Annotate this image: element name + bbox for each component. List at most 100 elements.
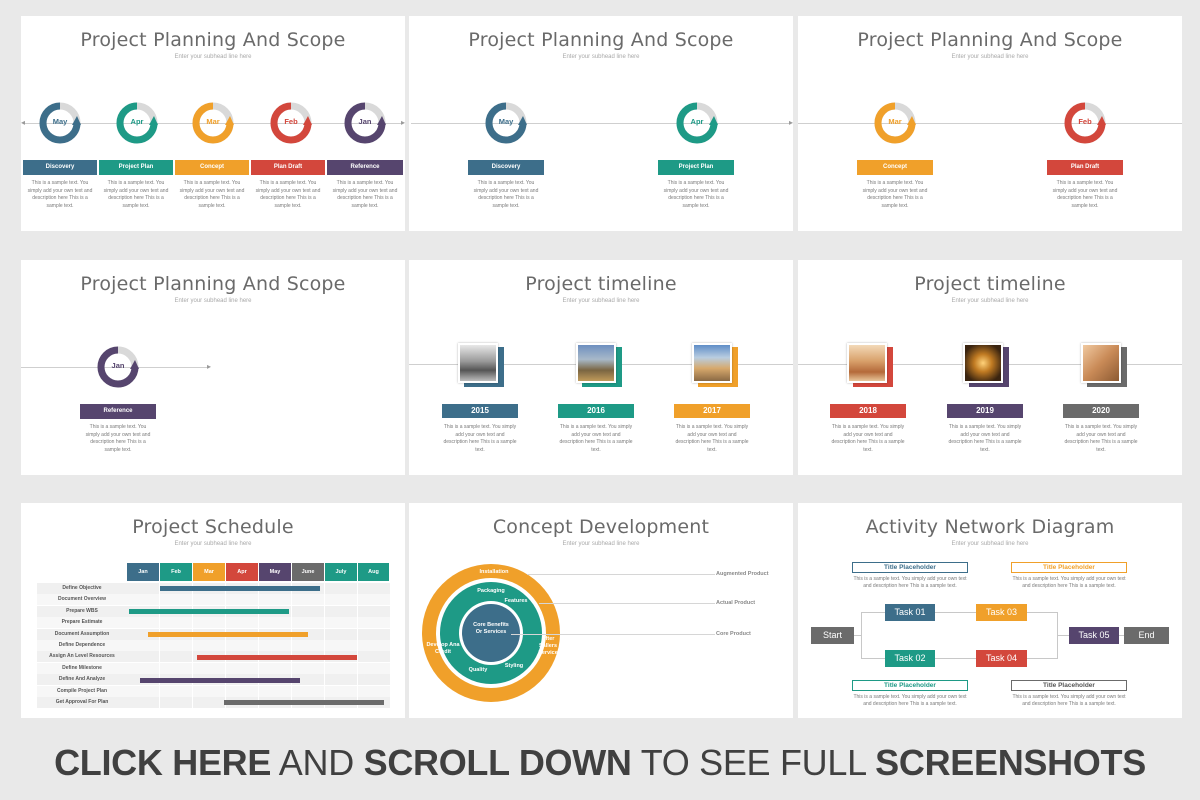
gantt-cell [325, 594, 357, 606]
slide-subhead: Enter your subhead line here [562, 541, 640, 547]
gantt-task-label: Document Overview [37, 594, 127, 606]
gantt-cell [127, 685, 159, 697]
connector-line [539, 603, 715, 604]
gantt-cell [160, 651, 192, 663]
slide-planning-one[interactable]: Project Planning And Scope Enter your su… [21, 260, 405, 475]
outer-layer-label: Installation [479, 569, 509, 575]
slide-planning-five[interactable]: Project Planning And Scope Enter your su… [21, 16, 405, 231]
gantt-cell [358, 662, 390, 674]
cycle-month: May [498, 117, 514, 126]
slide-subhead: Enter your subhead line here [951, 298, 1029, 304]
slide-subhead: Enter your subhead line here [562, 298, 640, 304]
gantt-bar [140, 678, 300, 683]
photo-thumbnail [576, 343, 622, 387]
arrow-left-icon: ◂ [21, 118, 26, 127]
middle-layer-label: Quality [468, 667, 488, 673]
cycle-icon: Feb [269, 101, 313, 145]
gantt-cell [325, 628, 357, 640]
slide-timeline-b[interactable]: Project timeline Enter your subhead line… [798, 260, 1182, 475]
slide-project-schedule[interactable]: Project Schedule Enter your subhead line… [21, 503, 405, 718]
gantt-cell [292, 662, 324, 674]
gantt-cell [325, 640, 357, 651]
slide-subhead: Enter your subhead line here [562, 54, 640, 60]
node-task-04: Task 04 [976, 650, 1027, 667]
gantt-cell [160, 640, 192, 651]
slide-title: Project Schedule [132, 516, 294, 538]
gantt-cell [259, 662, 291, 674]
phase-desc: This is a sample text. You simply add yo… [1052, 180, 1118, 209]
slide-planning-two-b[interactable]: Project Planning And Scope Enter your su… [798, 16, 1182, 231]
gantt-cell [226, 662, 258, 674]
gantt-cell [358, 617, 390, 629]
gantt-bar [129, 609, 289, 614]
gantt-cell [127, 697, 159, 708]
node-start: Start [811, 627, 854, 644]
gantt-bar [224, 700, 384, 705]
gantt-cell [358, 685, 390, 697]
node-end: End [1124, 627, 1169, 644]
connector-line [511, 634, 715, 635]
phase-desc: This is a sample text. You simply add yo… [85, 424, 151, 453]
connector-line [1027, 658, 1058, 659]
banner-scroll-down: SCROLL DOWN [363, 742, 632, 783]
arrow-right-icon: ▸ [788, 118, 793, 127]
year-desc: This is a sample text. You simply add yo… [831, 424, 905, 453]
placeholder-desc: This is a sample text. You simply add yo… [1012, 576, 1126, 589]
phase-bar: Concept [175, 160, 249, 175]
month-header: June [292, 563, 324, 581]
node-task-05: Task 05 [1069, 627, 1119, 644]
gantt-task-label: Prepare WBS [37, 605, 127, 617]
cycle-icon: Jan [343, 101, 387, 145]
gantt-cell [226, 617, 258, 629]
slide-title: Concept Development [492, 516, 710, 538]
slide-subhead: Enter your subhead line here [174, 298, 252, 304]
cycle-month: Jan [111, 361, 125, 370]
phase-desc: This is a sample text. You simply add yo… [27, 180, 93, 209]
phase-desc: This is a sample text. You simply add yo… [103, 180, 169, 209]
product-level-label: Core Product [716, 631, 751, 637]
gantt-cell [259, 617, 291, 629]
banner-click-here[interactable]: CLICK HERE [54, 742, 271, 783]
slide-subhead: Enter your subhead line here [951, 54, 1029, 60]
gantt-cell [325, 605, 357, 617]
photo-thumbnail [847, 343, 893, 387]
year-desc: This is a sample text. You simply add yo… [675, 424, 749, 453]
phase-bar: Reference [327, 160, 403, 175]
gantt-cell [193, 594, 225, 606]
cycle-icon: Apr [115, 101, 159, 145]
month-header: Aug [358, 563, 389, 581]
slide-title: Project timeline [914, 273, 1066, 295]
month-header: July [325, 563, 357, 581]
gantt-cell [127, 662, 159, 674]
cycle-icon: Apr [675, 101, 719, 145]
connector-line [935, 658, 976, 659]
photo-thumbnail [458, 343, 504, 387]
gantt-bar [148, 632, 308, 637]
node-task-02: Task 02 [885, 650, 935, 667]
slide-subhead: Enter your subhead line here [951, 541, 1029, 547]
slide-subhead: Enter your subhead line here [174, 54, 252, 60]
gantt-cell [325, 662, 357, 674]
banner-text: AND [271, 742, 364, 783]
phase-bar: Plan Draft [251, 160, 325, 175]
year-desc: This is a sample text. You simply add yo… [1064, 424, 1138, 453]
slide-timeline-a[interactable]: Project timeline Enter your subhead line… [409, 260, 793, 475]
cta-banner[interactable]: CLICK HERE AND SCROLL DOWN TO SEE FULL S… [0, 738, 1200, 788]
connector-line [1057, 635, 1069, 636]
gantt-cell [292, 594, 324, 606]
slide-activity-network[interactable]: Activity Network Diagram Enter your subh… [798, 503, 1182, 718]
placeholder-desc: This is a sample text. You simply add yo… [853, 694, 967, 707]
gantt-cell [325, 685, 357, 697]
slide-planning-two-a[interactable]: Project Planning And Scope Enter your su… [409, 16, 793, 231]
month-header: Feb [160, 563, 192, 581]
cycle-month: Mar [888, 117, 902, 126]
gantt-cell [226, 685, 258, 697]
arrow-right-icon: ▸ [400, 118, 405, 127]
gantt-cell [160, 697, 192, 708]
slide-title: Activity Network Diagram [865, 516, 1115, 538]
slide-title: Project timeline [525, 273, 677, 295]
slide-concept-development[interactable]: Concept Development Enter your subhead l… [409, 503, 793, 718]
outer-layer-label: After Sallers Service [538, 636, 558, 656]
gantt-cell [160, 617, 192, 629]
phase-desc: This is a sample text. You simply add yo… [332, 180, 398, 209]
